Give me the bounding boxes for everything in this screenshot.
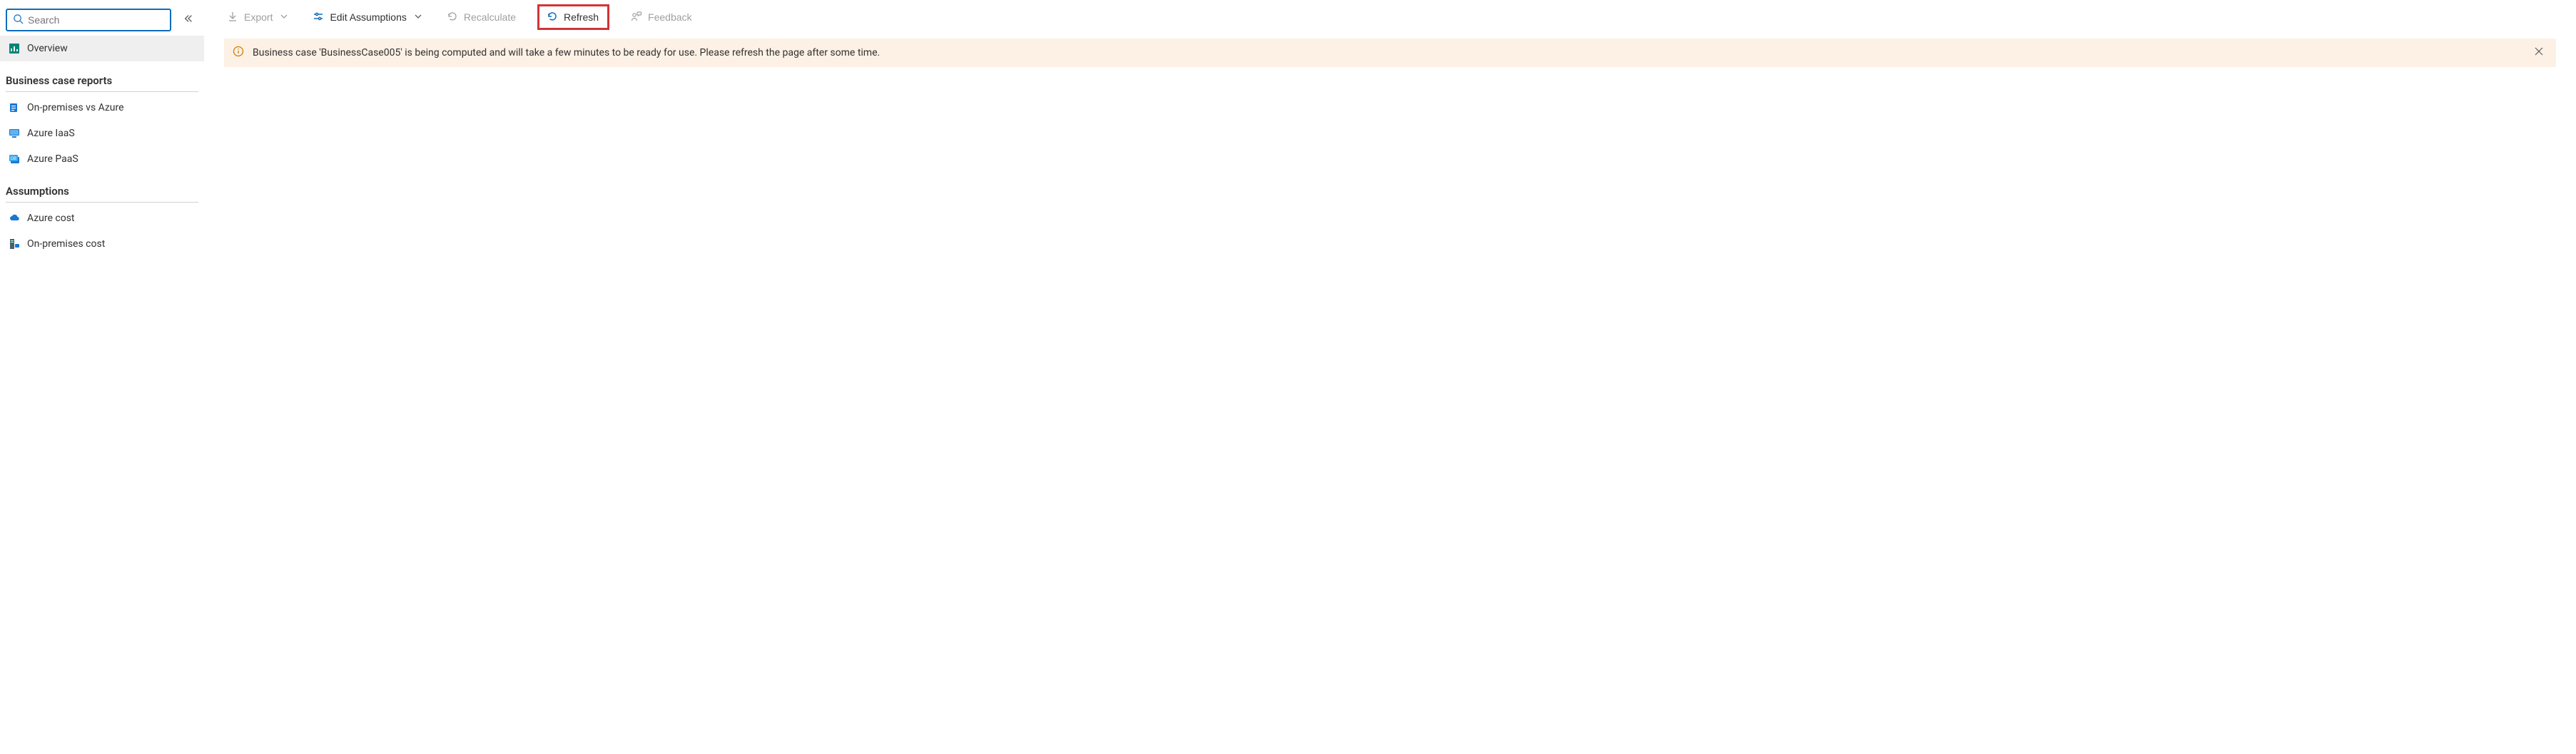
recalculate-button[interactable]: Recalculate — [444, 6, 519, 29]
sidebar: Overview Business case reports On-premis… — [0, 0, 204, 754]
export-button[interactable]: Export — [224, 6, 291, 29]
sidebar-item-label: On-premises vs Azure — [27, 102, 124, 113]
sidebar-item-label: Azure cost — [27, 213, 75, 224]
divider — [6, 91, 198, 92]
sidebar-item-label: Overview — [27, 43, 68, 54]
feedback-button[interactable]: Feedback — [628, 6, 694, 29]
button-label: Export — [244, 11, 273, 23]
search-row — [0, 9, 204, 36]
notification-message: Business case 'BusinessCase005' is being… — [253, 47, 2522, 58]
button-label: Recalculate — [464, 11, 516, 23]
svg-text:DB: DB — [11, 157, 16, 161]
search-icon — [13, 14, 24, 27]
section-header-reports: Business case reports — [0, 61, 204, 91]
cloud-cost-icon — [9, 213, 20, 224]
server-cost-icon — [9, 238, 20, 250]
search-input[interactable] — [28, 14, 164, 26]
database-icon: DB — [9, 153, 20, 165]
command-bar: Export Edit Assumptions — [204, 0, 2576, 34]
main-content: Export Edit Assumptions — [204, 0, 2576, 754]
refresh-icon — [447, 11, 458, 24]
monitor-icon — [9, 128, 20, 139]
sidebar-item-label: On-premises cost — [27, 238, 105, 250]
document-compare-icon — [9, 102, 20, 113]
button-label: Edit Assumptions — [330, 11, 406, 23]
divider — [6, 202, 198, 203]
search-box[interactable] — [6, 9, 171, 31]
sliders-icon — [313, 11, 324, 24]
sidebar-item-azure-paas[interactable]: DB Azure PaaS — [0, 146, 204, 172]
sidebar-item-azure-iaas[interactable]: Azure IaaS — [0, 121, 204, 146]
info-icon — [233, 46, 244, 60]
section-header-assumptions: Assumptions — [0, 172, 204, 202]
close-icon — [2535, 47, 2543, 58]
chevron-down-icon — [280, 11, 288, 23]
refresh-icon — [547, 11, 558, 24]
button-label: Feedback — [648, 11, 691, 23]
refresh-highlight: Refresh — [537, 4, 609, 30]
sidebar-item-onprem-cost[interactable]: On-premises cost — [0, 231, 204, 257]
sidebar-item-overview[interactable]: Overview — [0, 36, 204, 61]
close-notification-button[interactable] — [2530, 44, 2547, 61]
chart-overview-icon — [9, 43, 20, 54]
sidebar-item-label: Azure PaaS — [27, 153, 78, 165]
edit-assumptions-button[interactable]: Edit Assumptions — [310, 6, 425, 29]
download-icon — [227, 11, 238, 24]
collapse-sidebar-button[interactable] — [178, 10, 198, 30]
refresh-button[interactable]: Refresh — [544, 6, 602, 29]
sidebar-item-azure-cost[interactable]: Azure cost — [0, 205, 204, 231]
chevron-down-icon — [414, 11, 422, 23]
sidebar-item-label: Azure IaaS — [27, 128, 75, 139]
person-feedback-icon — [631, 11, 642, 24]
notification-bar: Business case 'BusinessCase005' is being… — [224, 39, 2556, 67]
button-label: Refresh — [564, 11, 599, 23]
chevron-double-left-icon — [183, 14, 193, 26]
sidebar-item-onprem-vs-azure[interactable]: On-premises vs Azure — [0, 95, 204, 121]
